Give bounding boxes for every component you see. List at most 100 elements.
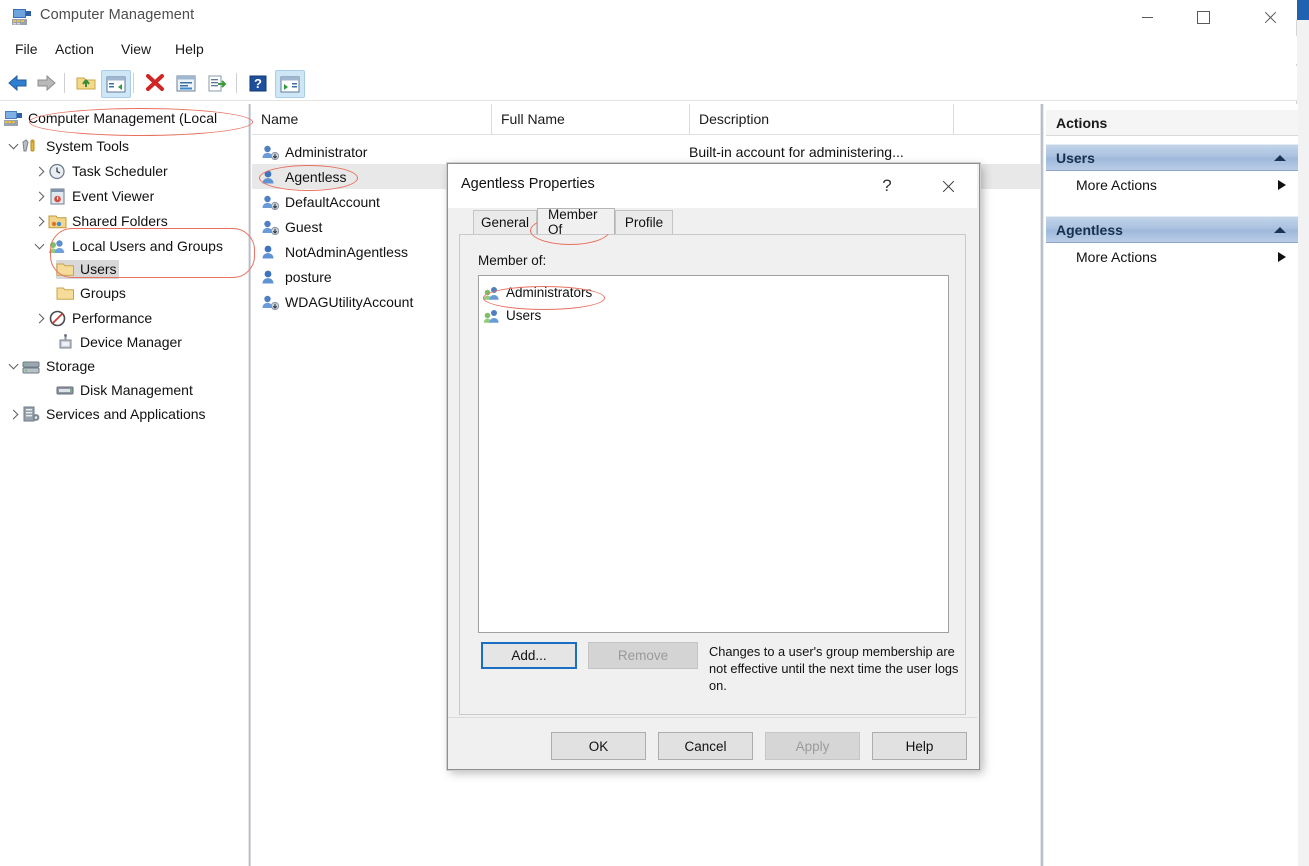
tree-node-task-scheduler[interactable]: Task Scheduler — [30, 159, 168, 183]
column-header-name[interactable]: Name — [252, 104, 492, 134]
dialog-title-bar: Agentless Properties ? — [448, 164, 977, 208]
user-name: WDAGUtilityAccount — [285, 293, 414, 310]
expander-toggle[interactable] — [30, 217, 48, 226]
close-icon — [941, 180, 954, 193]
chevron-right-icon — [35, 217, 44, 226]
help-icon[interactable]: ? — [244, 70, 272, 96]
expander-toggle[interactable] — [30, 242, 48, 251]
member-administrators[interactable]: Administrators — [483, 281, 592, 304]
toolbar: ? — [0, 66, 1297, 101]
tree-node-root[interactable]: Computer Management (Local — [4, 106, 217, 130]
close-button[interactable] — [1246, 0, 1292, 34]
event-viewer-icon — [48, 188, 67, 205]
action-more-actions-users[interactable]: More Actions — [1046, 171, 1298, 199]
action-label: More Actions — [1076, 249, 1157, 265]
apply-button: Apply — [765, 732, 860, 760]
tree-node-system-tools[interactable]: System Tools — [4, 134, 129, 158]
tree-node-label: Groups — [80, 285, 126, 301]
tree-node-shared-folders[interactable]: Shared Folders — [30, 209, 168, 233]
show-hide-action-pane-icon[interactable] — [275, 70, 305, 98]
sidebar-item-groups[interactable]: Groups — [56, 281, 126, 305]
shared-folders-icon — [48, 213, 67, 230]
export-list-icon[interactable] — [203, 70, 231, 96]
user-account-icon — [261, 219, 279, 235]
dialog-help-button[interactable]: ? — [872, 173, 902, 199]
actions-group-agentless[interactable]: Agentless — [1046, 216, 1298, 243]
computer-management-window: Computer Management File Action View Hel… — [0, 0, 1309, 866]
collapse-up-icon[interactable] — [1274, 226, 1286, 233]
user-account-plain-icon — [261, 269, 279, 285]
column-header-description[interactable]: Description — [690, 104, 954, 134]
tab-profile[interactable]: Profile — [615, 210, 673, 234]
member-label: Users — [506, 308, 542, 323]
column-header-full-name[interactable]: Full Name — [492, 104, 690, 134]
up-folder-icon[interactable] — [72, 70, 100, 96]
menu-help[interactable]: Help — [166, 39, 213, 63]
tree-node-storage[interactable]: Storage — [4, 354, 95, 378]
user-description: Built-in account for administering... — [689, 143, 904, 160]
help-button[interactable]: Help — [872, 732, 967, 760]
chevron-down-icon — [9, 142, 18, 151]
cancel-button[interactable]: Cancel — [658, 732, 753, 760]
user-name: Administrator — [285, 143, 368, 160]
tree-node-disk-management[interactable]: Disk Management — [56, 378, 193, 402]
expander-toggle[interactable] — [4, 362, 22, 371]
ok-button[interactable]: OK — [551, 732, 646, 760]
actions-group-label: Users — [1056, 149, 1095, 166]
tree-node-label: Users — [80, 261, 117, 277]
expander-toggle[interactable] — [4, 410, 22, 419]
minimize-button[interactable] — [1124, 0, 1170, 34]
actions-group-label: Agentless — [1056, 221, 1123, 238]
tree-node-device-manager[interactable]: Device Manager — [56, 330, 182, 354]
collapse-up-icon[interactable] — [1274, 154, 1286, 161]
tree-node-label: Device Manager — [80, 334, 182, 350]
menu-file[interactable]: File — [6, 39, 47, 63]
chevron-right-icon — [35, 192, 44, 201]
maximize-icon — [1196, 10, 1210, 24]
folder-icon — [56, 285, 75, 302]
add-button[interactable]: Add... — [481, 642, 577, 669]
user-name: DefaultAccount — [285, 193, 380, 210]
maximize-button[interactable] — [1180, 0, 1226, 34]
tree-node-label: Disk Management — [80, 382, 193, 398]
tab-member-of[interactable]: Member Of — [537, 207, 615, 237]
services-icon — [22, 406, 41, 423]
remove-button: Remove — [588, 642, 698, 669]
properties-icon[interactable] — [172, 70, 200, 96]
dialog-close-button[interactable] — [930, 173, 964, 199]
tree-node-label: Task Scheduler — [72, 163, 168, 179]
delete-icon[interactable] — [141, 70, 169, 96]
menu-view[interactable]: View — [112, 39, 160, 63]
action-more-actions-agentless[interactable]: More Actions — [1046, 243, 1298, 271]
user-account-plain-icon — [261, 169, 279, 185]
row-name-cell: DefaultAccount — [261, 194, 380, 210]
actions-group-users[interactable]: Users — [1046, 144, 1298, 171]
tree-node-label: Shared Folders — [72, 213, 168, 229]
tree-node-services-and-applications[interactable]: Services and Applications — [4, 402, 206, 426]
expander-toggle[interactable] — [30, 167, 48, 176]
show-hide-console-tree-icon[interactable] — [101, 70, 131, 98]
forward-icon[interactable] — [32, 70, 60, 96]
tree-node-performance[interactable]: Performance — [30, 306, 152, 330]
menu-action[interactable]: Action — [46, 39, 103, 63]
sidebar-item-users[interactable]: Users — [56, 257, 119, 281]
user-name: NotAdminAgentless — [285, 243, 408, 260]
chevron-down-icon — [9, 362, 18, 371]
tab-general[interactable]: General — [473, 210, 537, 234]
table-row[interactable]: Administrator Built-in account for admin… — [252, 139, 1040, 164]
member-of-label: Member of: — [478, 253, 547, 268]
member-users[interactable]: Users — [483, 304, 541, 327]
expander-toggle[interactable] — [30, 192, 48, 201]
tree-node-local-users-and-groups[interactable]: Local Users and Groups — [30, 234, 223, 258]
expander-toggle[interactable] — [30, 314, 48, 323]
performance-icon — [48, 310, 67, 327]
tree-node-label: System Tools — [46, 138, 129, 154]
membership-hint-text: Changes to a user's group membership are… — [709, 644, 959, 693]
expander-toggle[interactable] — [4, 142, 22, 151]
member-of-list[interactable]: Administrators Users — [478, 275, 949, 633]
tree-node-event-viewer[interactable]: Event Viewer — [30, 184, 154, 208]
back-icon[interactable] — [4, 70, 32, 96]
dialog-body: General Member Of Profile Member of: Adm… — [459, 207, 966, 716]
system-tools-icon — [22, 138, 41, 155]
user-account-plain-icon — [261, 244, 279, 260]
